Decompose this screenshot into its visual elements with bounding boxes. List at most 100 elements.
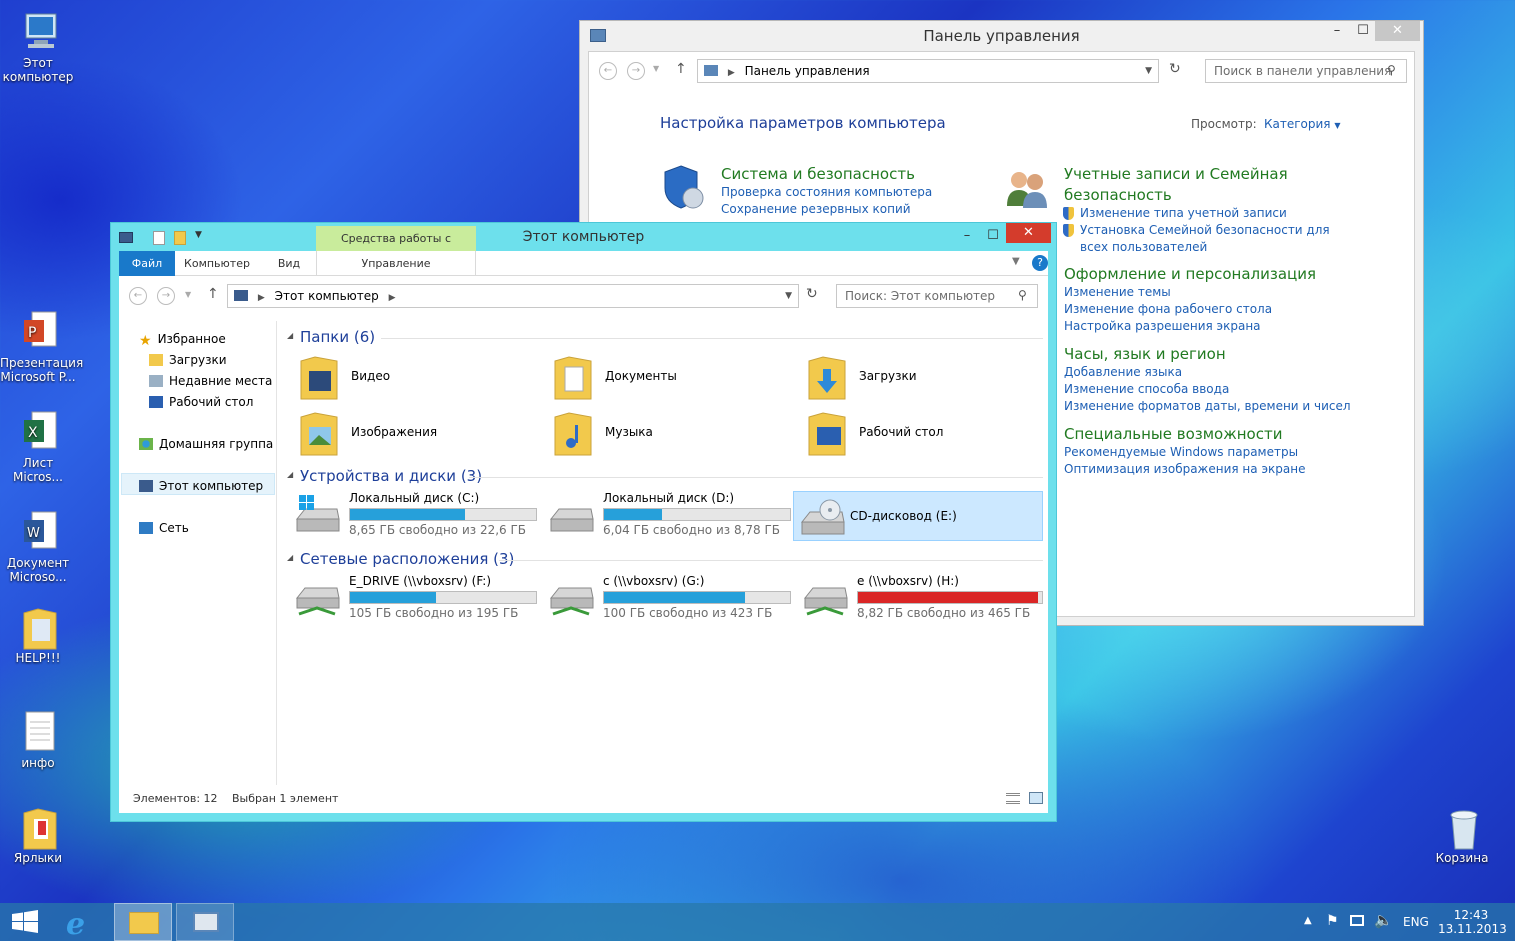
refresh-button[interactable]: ↻ [1169, 61, 1181, 77]
folder-item[interactable]: Видео [289, 353, 534, 403]
collapse-icon[interactable]: ◢ [287, 470, 293, 479]
category-system-security[interactable]: Система и безопасность [721, 164, 915, 185]
tab-manage[interactable]: Управление [316, 251, 476, 276]
group-folders-header[interactable]: Папки (6) [300, 326, 375, 348]
link-recommended-settings[interactable]: Рекомендуемые Windows параметры [1064, 444, 1298, 461]
view-dropdown[interactable]: Категория ▼ [1264, 117, 1341, 131]
desktop-icon-info[interactable]: инфо [0, 710, 76, 770]
details-view-icon[interactable] [1006, 793, 1020, 804]
nav-favorites[interactable]: ★ Избранное [139, 329, 226, 349]
category-accounts[interactable]: Учетные записи и Семейная безопасность [1064, 164, 1304, 206]
search-input[interactable]: Поиск в панели управления [1205, 59, 1407, 83]
back-button[interactable]: ← [599, 62, 617, 80]
recycle-bin-icon [1444, 805, 1480, 850]
collapse-icon[interactable]: ◢ [287, 331, 293, 340]
desktop-icon-shortcuts[interactable]: Ярлыки [0, 805, 76, 865]
address-bar[interactable]: ▶ Панель управления ▼ [697, 59, 1159, 83]
tab-file[interactable]: Файл [119, 251, 175, 276]
address-bar[interactable]: ▶ Этот компьютер ▶ ▼ [227, 284, 799, 308]
tab-computer[interactable]: Компьютер [177, 251, 257, 276]
svg-text:P: P [28, 325, 36, 341]
tab-view[interactable]: Вид [259, 251, 319, 276]
nav-downloads[interactable]: Загрузки [149, 350, 227, 370]
taskbar-explorer[interactable] [114, 903, 172, 941]
breadcrumb[interactable]: Этот компьютер [275, 289, 379, 303]
volume-icon[interactable]: 🔈 [1374, 911, 1393, 929]
link-date-formats[interactable]: Изменение форматов даты, времени и чисел [1064, 398, 1351, 415]
up-button[interactable]: ↑ [207, 286, 219, 302]
desktop-icon-this-pc[interactable]: Этот компьютер [0, 10, 76, 84]
link-family-safety[interactable]: Установка Семейной безопасности для всех… [1080, 222, 1336, 256]
back-button[interactable]: ← [129, 287, 147, 305]
start-button[interactable] [0, 903, 50, 941]
nav-desktop[interactable]: Рабочий стол [149, 392, 253, 412]
link-change-theme[interactable]: Изменение темы [1064, 284, 1171, 301]
address-dropdown-icon[interactable]: ▼ [1145, 60, 1152, 82]
show-hidden-icons[interactable]: ▲ [1304, 915, 1312, 926]
folder-item[interactable]: Изображения [289, 409, 534, 459]
large-icons-view-icon[interactable] [1029, 792, 1043, 804]
collapse-icon[interactable]: ◢ [287, 553, 293, 562]
breadcrumb-separator-icon[interactable]: ▶ [389, 293, 396, 303]
new-folder-icon[interactable] [174, 231, 186, 245]
link-change-background[interactable]: Изменение фона рабочего стола [1064, 301, 1272, 318]
nav-recent-places[interactable]: Недавние места [149, 371, 272, 391]
properties-icon[interactable] [153, 231, 165, 245]
network-drive-item[interactable]: E_DRIVE (\\vboxsrv) (F:) 105 ГБ свободно… [289, 572, 537, 622]
minimize-button[interactable]: – [1325, 21, 1349, 41]
action-center-flag-icon[interactable]: ⚑ [1326, 913, 1339, 929]
refresh-button[interactable]: ↻ [806, 286, 818, 302]
drive-item[interactable]: Локальный диск (C:) 8,65 ГБ свободно из … [289, 489, 537, 539]
forward-button[interactable]: → [157, 287, 175, 305]
help-icon[interactable]: ? [1032, 255, 1048, 271]
category-clock-language[interactable]: Часы, язык и регион [1064, 344, 1226, 365]
minimize-button[interactable]: – [955, 226, 979, 246]
link-optimize-display[interactable]: Оптимизация изображения на экране [1064, 461, 1305, 478]
category-appearance[interactable]: Оформление и персонализация [1064, 264, 1316, 285]
nav-network[interactable]: Сеть [139, 518, 189, 538]
close-button[interactable]: ✕ [1006, 223, 1051, 243]
group-network-header[interactable]: Сетевые расположения (3) [300, 548, 514, 570]
desktop-icon-recycle-bin[interactable]: Корзина [1424, 805, 1500, 865]
expand-ribbon-icon[interactable]: ▼ [1012, 256, 1020, 267]
customize-toolbar-icon[interactable]: ▼ [195, 230, 202, 240]
group-devices-header[interactable]: Устройства и диски (3) [300, 465, 482, 487]
network-drive-item[interactable]: e (\\vboxsrv) (H:) 8,82 ГБ свободно из 4… [797, 572, 1045, 622]
link-input-method[interactable]: Изменение способа ввода [1064, 381, 1229, 398]
link-change-account-type[interactable]: Изменение типа учетной записи [1080, 205, 1287, 222]
nav-homegroup[interactable]: Домашняя группа [139, 434, 273, 454]
selection-count: Выбран 1 элемент [232, 792, 339, 805]
link-add-language[interactable]: Добавление языка [1064, 364, 1182, 381]
search-input[interactable]: Поиск: Этот компьютер [836, 284, 1038, 308]
link-screen-resolution[interactable]: Настройка разрешения экрана [1064, 318, 1261, 335]
nav-this-pc[interactable]: Этот компьютер [139, 476, 263, 496]
recent-dropdown-icon[interactable]: ▼ [185, 290, 191, 299]
forward-button[interactable]: → [627, 62, 645, 80]
network-tray-icon[interactable] [1350, 915, 1364, 926]
desktop-icon-help[interactable]: HELP!!! [0, 605, 76, 665]
folder-item[interactable]: Рабочий стол [797, 409, 1042, 459]
desktop-icon-sheet[interactable]: X Лист Micros... [0, 410, 76, 484]
folder-item[interactable]: Документы [543, 353, 788, 403]
link-check-status[interactable]: Проверка состояния компьютера [721, 184, 932, 201]
clock[interactable]: 12:43 13.11.2013 [1438, 908, 1507, 936]
address-dropdown-icon[interactable]: ▼ [785, 285, 792, 307]
network-drive-item[interactable]: c (\\vboxsrv) (G:) 100 ГБ свободно из 42… [543, 572, 791, 622]
folder-item[interactable]: Музыка [543, 409, 788, 459]
maximize-button[interactable]: ☐ [1351, 21, 1375, 41]
language-indicator[interactable]: ENG [1403, 915, 1429, 929]
link-file-history[interactable]: Сохранение резервных копий файлов с помо… [721, 201, 961, 219]
drive-item-selected[interactable]: CD-дисковод (E:) [793, 491, 1043, 541]
taskbar-control-panel[interactable] [176, 903, 234, 941]
maximize-button[interactable]: ☐ [981, 226, 1005, 246]
taskbar-ie[interactable]: e [56, 903, 114, 941]
desktop-icon-presentation[interactable]: P Презентация Microsoft P... [0, 310, 83, 384]
folder-item[interactable]: Загрузки [797, 353, 1042, 403]
drive-item[interactable]: Локальный диск (D:) 6,04 ГБ свободно из … [543, 489, 791, 539]
up-button[interactable]: ↑ [675, 61, 687, 77]
close-button[interactable]: ✕ [1375, 21, 1420, 41]
recent-dropdown-icon[interactable]: ▼ [653, 64, 659, 73]
desktop-icon-document[interactable]: W Документ Microso... [0, 510, 76, 584]
breadcrumb[interactable]: Панель управления [745, 64, 870, 78]
category-accessibility[interactable]: Специальные возможности [1064, 424, 1282, 445]
